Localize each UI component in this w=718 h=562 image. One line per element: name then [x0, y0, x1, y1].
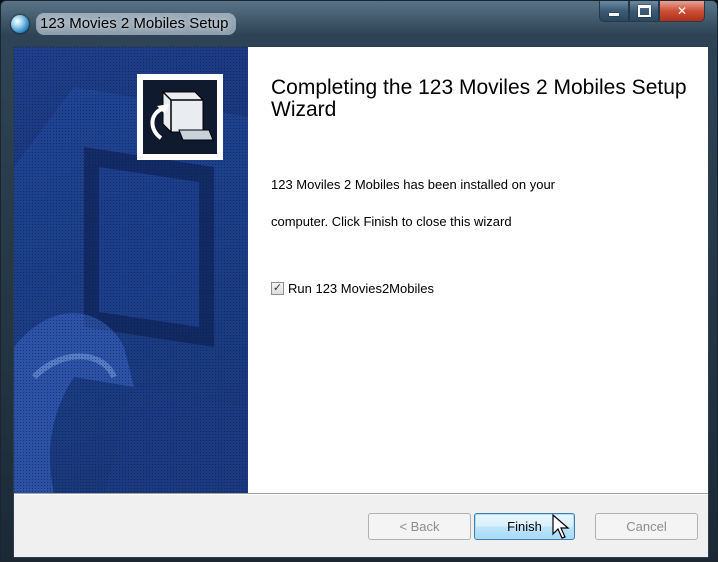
window-controls: ✕	[599, 1, 705, 23]
wizard-client-area: Completing the 123 Moviles 2 Mobiles Set…	[13, 46, 709, 558]
run-app-checkbox[interactable]: ✓	[271, 282, 284, 295]
app-icon	[11, 15, 29, 33]
minimize-button[interactable]	[599, 1, 629, 22]
run-app-label[interactable]: Run 123 Movies2Mobiles	[288, 281, 434, 296]
title-bar[interactable]: 123 Movies 2 Mobiles Setup ✕	[1, 1, 717, 45]
maximize-button[interactable]	[629, 1, 659, 22]
completion-message-line2: computer. Click Finish to close this wiz…	[271, 214, 512, 229]
window-title: 123 Movies 2 Mobiles Setup	[36, 13, 237, 35]
checkmark-icon: ✓	[272, 282, 283, 294]
installer-logo	[137, 74, 223, 160]
minimize-icon	[609, 12, 619, 16]
close-icon: ✕	[676, 4, 688, 18]
run-app-option[interactable]: ✓ Run 123 Movies2Mobiles	[271, 281, 434, 296]
setup-window: 123 Movies 2 Mobiles Setup ✕ Completing …	[0, 0, 718, 562]
maximize-icon	[637, 5, 651, 17]
cancel-button[interactable]: Cancel	[595, 513, 698, 540]
wizard-banner	[14, 47, 248, 493]
wizard-content: Completing the 123 Moviles 2 Mobiles Set…	[248, 47, 708, 493]
completion-message-line1: 123 Moviles 2 Mobiles has been installed…	[271, 177, 556, 192]
back-button[interactable]: < Back	[368, 513, 471, 540]
mouse-cursor-icon	[552, 514, 570, 539]
footer-divider	[14, 493, 708, 495]
close-button[interactable]: ✕	[659, 1, 705, 22]
wizard-heading: Completing the 123 Moviles 2 Mobiles Set…	[271, 76, 687, 121]
installer-icon	[143, 80, 217, 154]
